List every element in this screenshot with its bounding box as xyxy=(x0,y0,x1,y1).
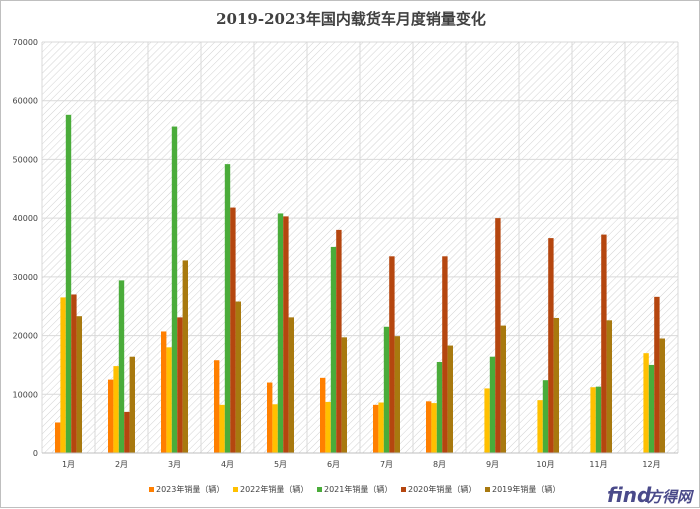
chart-frame: 2019-2023年国内载货车月度销量变化 0 10000 20000 30000 40… xyxy=(0,0,700,508)
bar xyxy=(288,317,294,453)
legend-label: 2022年销量（辆） xyxy=(240,484,308,494)
bar xyxy=(606,320,612,453)
y-tick-label: 50000 xyxy=(13,155,38,164)
bar xyxy=(341,337,347,453)
y-tick-label: 60000 xyxy=(13,97,38,106)
x-tick-label: 4月 xyxy=(221,460,234,469)
legend-label: 2020年销量（辆） xyxy=(408,484,476,494)
x-tick-label: 8月 xyxy=(433,460,446,469)
y-tick-label: 10000 xyxy=(13,390,38,399)
x-tick-label: 10月 xyxy=(536,460,554,469)
watermark-text-left: find xyxy=(607,483,652,507)
bar xyxy=(431,403,437,453)
bar xyxy=(426,401,432,453)
bar xyxy=(495,218,501,453)
bar xyxy=(60,297,66,453)
bar xyxy=(224,164,231,453)
bar xyxy=(277,213,284,453)
legend-label: 2019年销量（辆） xyxy=(492,484,560,494)
y-tick-label: 70000 xyxy=(13,38,38,47)
bar xyxy=(118,280,125,453)
x-tick-label: 12月 xyxy=(642,460,660,469)
legend-label: 2021年销量（辆） xyxy=(324,484,392,494)
bar xyxy=(394,336,400,453)
bar xyxy=(378,402,384,453)
bar xyxy=(648,364,655,453)
bar xyxy=(267,382,273,453)
bar xyxy=(71,294,77,453)
bar xyxy=(336,229,342,453)
bar xyxy=(389,256,395,453)
bar xyxy=(161,331,167,453)
legend-swatch xyxy=(149,487,154,492)
bar xyxy=(373,404,379,453)
bar xyxy=(235,301,241,453)
bar xyxy=(330,246,337,453)
y-tick-label: 40000 xyxy=(13,214,38,223)
bar xyxy=(442,256,448,453)
bar xyxy=(113,366,119,453)
x-tick-label: 2月 xyxy=(115,460,128,469)
bar xyxy=(230,207,236,453)
bar xyxy=(182,260,188,453)
x-tick-label: 7月 xyxy=(380,460,393,469)
bar xyxy=(325,401,331,453)
bar xyxy=(654,296,660,453)
x-tick-label: 1月 xyxy=(62,460,75,469)
bar xyxy=(177,317,183,453)
bar xyxy=(590,387,596,453)
x-tick-label: 11月 xyxy=(589,460,607,469)
bar xyxy=(65,114,72,453)
bar xyxy=(484,388,490,453)
bar xyxy=(272,404,278,453)
legend-swatch xyxy=(317,487,322,492)
bar xyxy=(436,361,443,453)
bar xyxy=(214,360,220,453)
legend-swatch xyxy=(485,487,490,492)
x-tick-label: 5月 xyxy=(274,460,287,469)
bar xyxy=(601,234,607,453)
x-tick-label: 6月 xyxy=(327,460,340,469)
legend-label: 2023年销量（辆） xyxy=(156,484,224,494)
bar xyxy=(447,345,453,453)
y-tick-label: 0 xyxy=(33,449,38,458)
bar xyxy=(320,377,326,453)
bar xyxy=(595,386,602,453)
watermark-text-right: 方得网 xyxy=(647,488,695,506)
chart-svg: 2019-2023年国内载货车月度销量变化 0 10000 20000 30000 40… xyxy=(13,10,695,507)
bar xyxy=(166,347,172,453)
watermark-logo: find 方得网 xyxy=(607,483,695,507)
bar xyxy=(548,238,554,453)
legend-swatch xyxy=(401,487,406,492)
bar xyxy=(553,317,559,453)
bar xyxy=(537,400,543,453)
bar xyxy=(219,404,225,453)
x-tick-label: 9月 xyxy=(486,460,499,469)
bar xyxy=(124,411,130,453)
legend-swatch xyxy=(233,487,238,492)
y-tick-label: 20000 xyxy=(13,332,38,341)
bar xyxy=(383,326,390,453)
legend: 2023年销量（辆） 2022年销量（辆） 2021年销量（辆） 2020年销量（辆）… xyxy=(149,484,560,494)
bar xyxy=(283,216,289,453)
bar xyxy=(659,338,665,453)
bar xyxy=(108,379,114,453)
bar xyxy=(55,422,61,453)
bar xyxy=(500,325,506,453)
bar xyxy=(489,356,496,453)
bar xyxy=(542,380,549,453)
chart-title: 2019-2023年国内载货车月度销量变化 xyxy=(216,10,486,28)
x-tick-label: 3月 xyxy=(168,460,181,469)
bar xyxy=(643,353,649,453)
bar xyxy=(76,316,82,453)
y-tick-label: 30000 xyxy=(13,273,38,282)
bar xyxy=(171,126,178,453)
bar xyxy=(129,356,135,453)
